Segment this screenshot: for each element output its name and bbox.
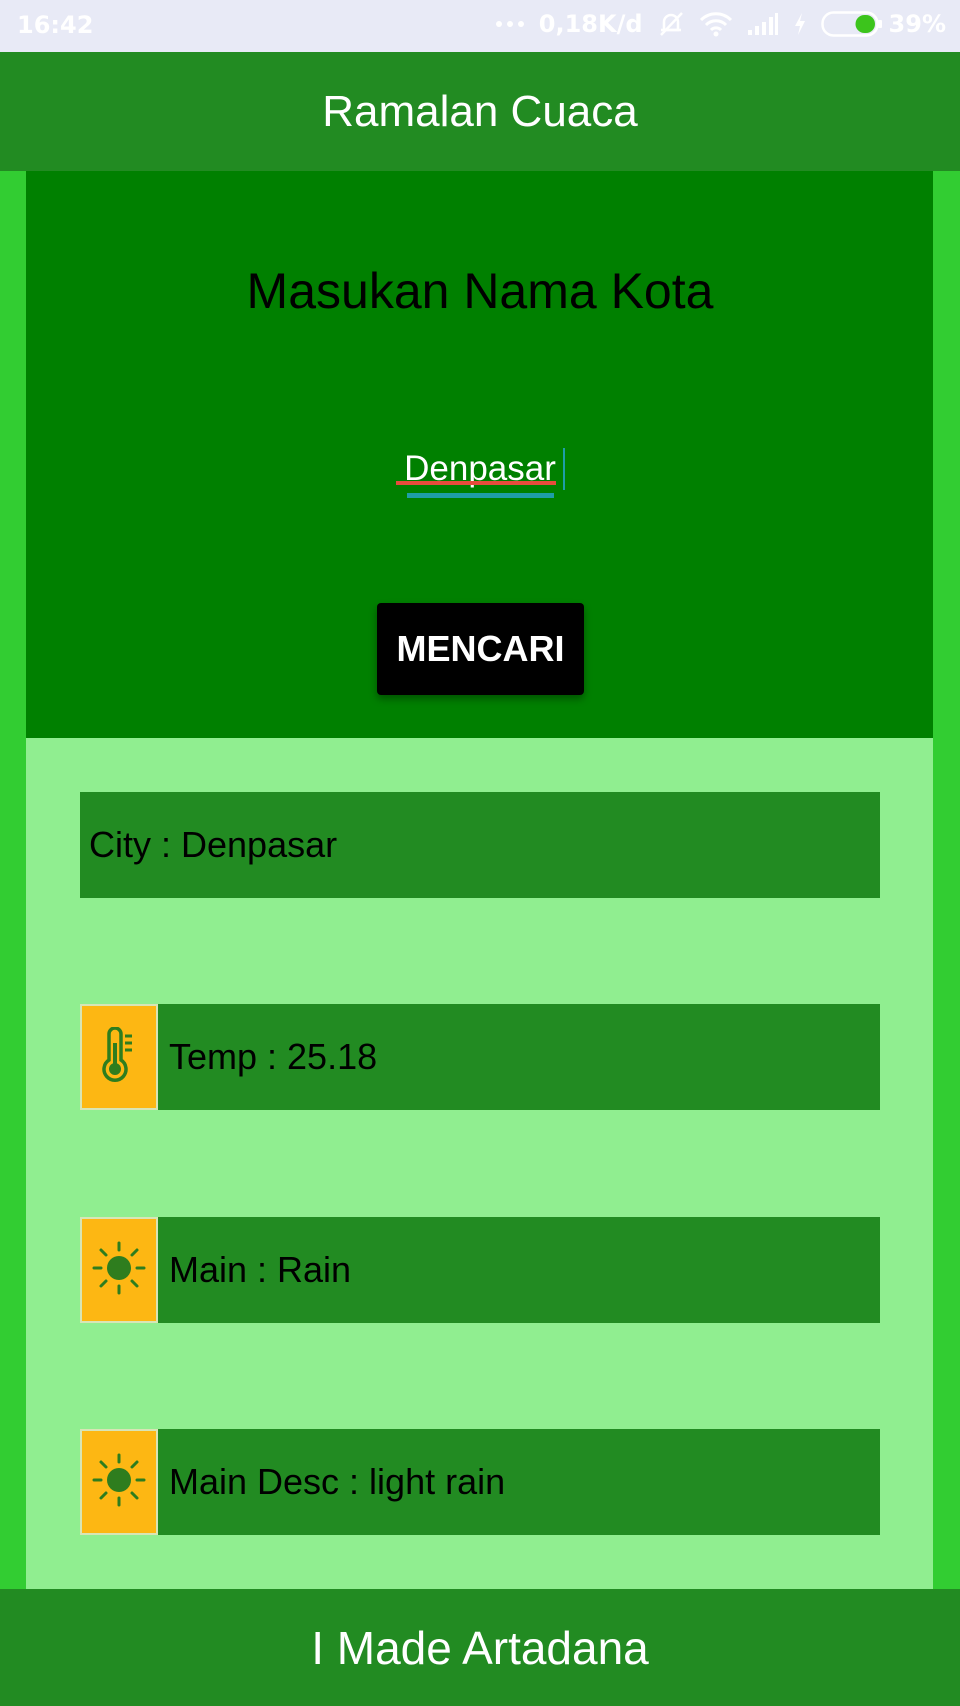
temp-row: Temp : 25.18 xyxy=(80,1004,880,1110)
charging-icon xyxy=(793,12,807,36)
sun-icon xyxy=(91,1452,147,1513)
footer: I Made Artadana xyxy=(0,1589,960,1706)
wifi-icon xyxy=(699,11,733,37)
signal-icon xyxy=(747,12,779,36)
temp-icon-box xyxy=(80,1004,158,1110)
search-heading: Masukan Nama Kota xyxy=(246,263,714,319)
city-row: City : Denpasar xyxy=(80,792,880,898)
battery-indicator: 39% xyxy=(820,10,946,38)
right-border xyxy=(933,171,960,1589)
city-label: City : Denpasar xyxy=(89,824,338,865)
footer-author: I Made Artadana xyxy=(311,1621,649,1674)
main-label: Main : Rain xyxy=(169,1249,352,1290)
spellcheck-underline xyxy=(396,481,556,485)
thermometer-icon xyxy=(99,1025,139,1088)
status-bar: 16:42 0,18K/d 39% xyxy=(0,0,960,52)
city-input[interactable] xyxy=(380,438,580,500)
app-title: Ramalan Cuaca xyxy=(322,86,638,136)
main-icon-box xyxy=(80,1217,158,1323)
desc-row: Main Desc : light rain xyxy=(80,1429,880,1535)
text-cursor xyxy=(563,448,565,490)
status-time: 16:42 xyxy=(17,11,94,39)
desc-label: Main Desc : light rain xyxy=(169,1461,506,1502)
app-bar: Ramalan Cuaca xyxy=(0,52,960,171)
battery-percent: 39% xyxy=(888,10,946,38)
sun-icon xyxy=(91,1240,147,1301)
main-row: Main : Rain xyxy=(80,1217,880,1323)
search-button[interactable]: MENCARI xyxy=(377,603,584,695)
left-border xyxy=(0,171,26,1589)
temp-label: Temp : 25.18 xyxy=(169,1036,378,1077)
more-dots-icon xyxy=(495,19,525,29)
input-underline xyxy=(407,493,554,498)
network-speed: 0,18K/d xyxy=(538,10,643,38)
status-icons: 0,18K/d 39% xyxy=(495,10,946,38)
notifications-off-icon xyxy=(657,10,685,38)
desc-icon-box xyxy=(80,1429,158,1535)
